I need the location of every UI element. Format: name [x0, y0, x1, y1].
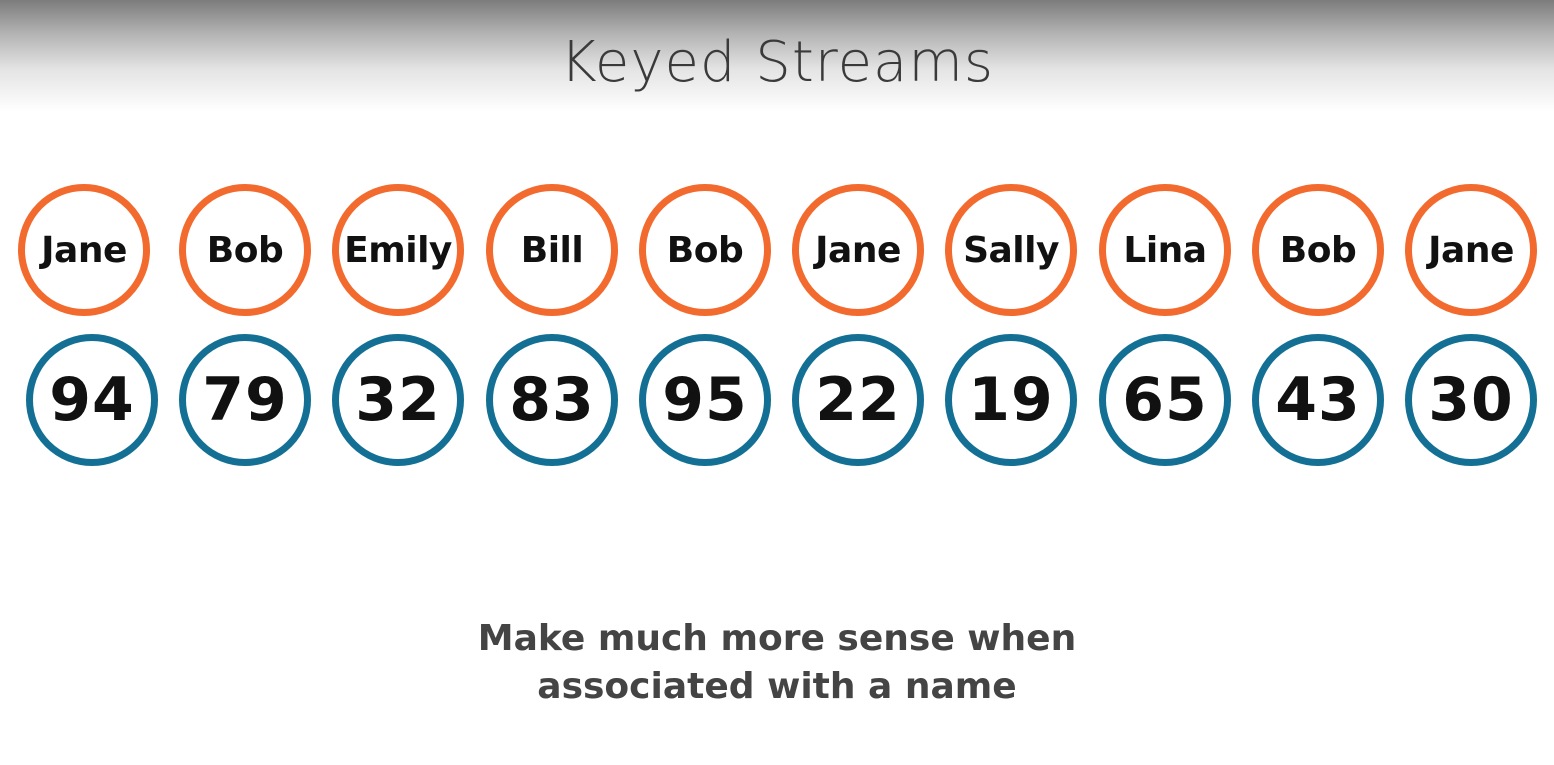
caption-line-2: associated with a name: [537, 666, 1017, 707]
name-key-bubble: Jane: [792, 184, 924, 316]
name-key-bubble: Sally: [945, 184, 1077, 316]
name-key-bubble: Jane: [1405, 184, 1537, 316]
value-bubble: 79: [179, 334, 311, 466]
caption: Make much more sense when associated wit…: [0, 615, 1554, 711]
value-bubble: 83: [486, 334, 618, 466]
name-key-bubble: Emily: [332, 184, 464, 316]
caption-line-1: Make much more sense when: [477, 618, 1077, 659]
value-bubble: 22: [792, 334, 924, 466]
name-key-bubble: Lina: [1099, 184, 1231, 316]
value-bubble: 95: [639, 334, 771, 466]
name-keys-row: Jane Bob Emily Bill Bob Jane Sally Lina …: [0, 180, 1554, 320]
value-bubble: 94: [26, 334, 158, 466]
value-bubble: 19: [945, 334, 1077, 466]
slide-title: Keyed Streams: [559, 30, 995, 95]
value-bubble: 30: [1405, 334, 1537, 466]
value-row: 94 79 32 83 95 22 19 65 43 30: [0, 330, 1554, 470]
name-key-bubble: Bob: [639, 184, 771, 316]
name-key-bubble: Bill: [486, 184, 618, 316]
name-key-bubble: Bob: [179, 184, 311, 316]
value-bubble: 65: [1099, 334, 1231, 466]
name-key-bubble: Jane: [18, 184, 150, 316]
value-bubble: 43: [1252, 334, 1384, 466]
value-bubble: 32: [332, 334, 464, 466]
name-key-bubble: Bob: [1252, 184, 1384, 316]
